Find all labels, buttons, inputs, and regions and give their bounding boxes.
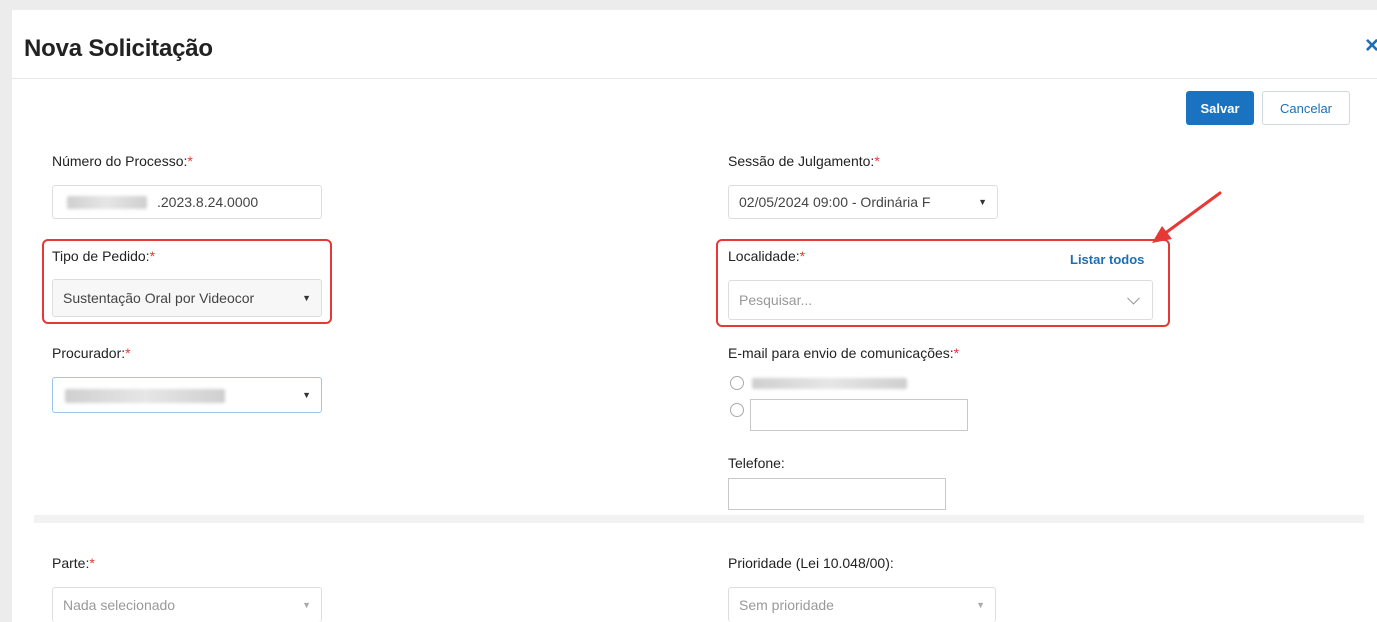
numero-processo-label: Número do Processo:* xyxy=(52,153,193,169)
localidade-placeholder: Pesquisar... xyxy=(739,292,813,308)
prioridade-label: Prioridade (Lei 10.048/00): xyxy=(728,555,894,571)
redacted-block xyxy=(67,196,147,209)
tipo-pedido-select[interactable]: Sustentação Oral por Videocor ▼ xyxy=(52,279,322,317)
parte-select[interactable]: Nada selecionado ▼ xyxy=(52,587,322,622)
modal-title: Nova Solicitação xyxy=(24,35,213,62)
section-divider xyxy=(34,515,1364,523)
tipo-pedido-value: Sustentação Oral por Videocor xyxy=(63,290,255,306)
email-radio-2[interactable] xyxy=(730,403,744,417)
caret-down-icon: ▼ xyxy=(302,293,311,303)
modal-header: Nova Solicitação × xyxy=(12,10,1377,79)
parte-value: Nada selecionado xyxy=(63,597,176,613)
cancel-button[interactable]: Cancelar xyxy=(1262,91,1350,125)
email-label: E-mail para envio de comunicações:* xyxy=(728,345,960,361)
caret-down-icon: ▼ xyxy=(978,197,987,207)
caret-down-icon: ▼ xyxy=(302,600,311,610)
listar-todos-link[interactable]: Listar todos xyxy=(1070,252,1144,267)
prioridade-select[interactable]: Sem prioridade ▼ xyxy=(728,587,996,622)
procurador-select[interactable]: ▼ xyxy=(52,377,322,413)
caret-down-icon: ▼ xyxy=(976,600,985,610)
sessao-label: Sessão de Julgamento:* xyxy=(728,153,880,169)
sessao-select[interactable]: 02/05/2024 09:00 - Ordinária F ▼ xyxy=(728,185,998,219)
procurador-label: Procurador:* xyxy=(52,345,131,361)
caret-down-icon: ▼ xyxy=(302,390,311,400)
close-icon[interactable]: × xyxy=(1365,32,1377,60)
numero-processo-value: .2023.8.24.0000 xyxy=(157,194,259,210)
email-field[interactable] xyxy=(750,399,968,431)
numero-processo-field[interactable]: .2023.8.24.0000 xyxy=(52,185,322,219)
prioridade-value: Sem prioridade xyxy=(739,597,834,613)
telefone-field[interactable] xyxy=(728,478,946,510)
redacted-block xyxy=(65,389,225,403)
telefone-label: Telefone: xyxy=(728,455,785,471)
sessao-value: 02/05/2024 09:00 - Ordinária F xyxy=(739,194,931,210)
parte-label: Parte:* xyxy=(52,555,95,571)
redacted-block xyxy=(752,378,907,389)
save-button[interactable]: Salvar xyxy=(1186,91,1254,125)
chevron-down-icon xyxy=(1127,291,1140,305)
tipo-pedido-label: Tipo de Pedido:* xyxy=(52,248,156,264)
localidade-label: Localidade:* xyxy=(728,248,806,264)
localidade-search[interactable]: Pesquisar... xyxy=(728,280,1153,320)
red-arrow-annotation xyxy=(1152,191,1222,243)
email-radio-1[interactable] xyxy=(730,376,744,390)
